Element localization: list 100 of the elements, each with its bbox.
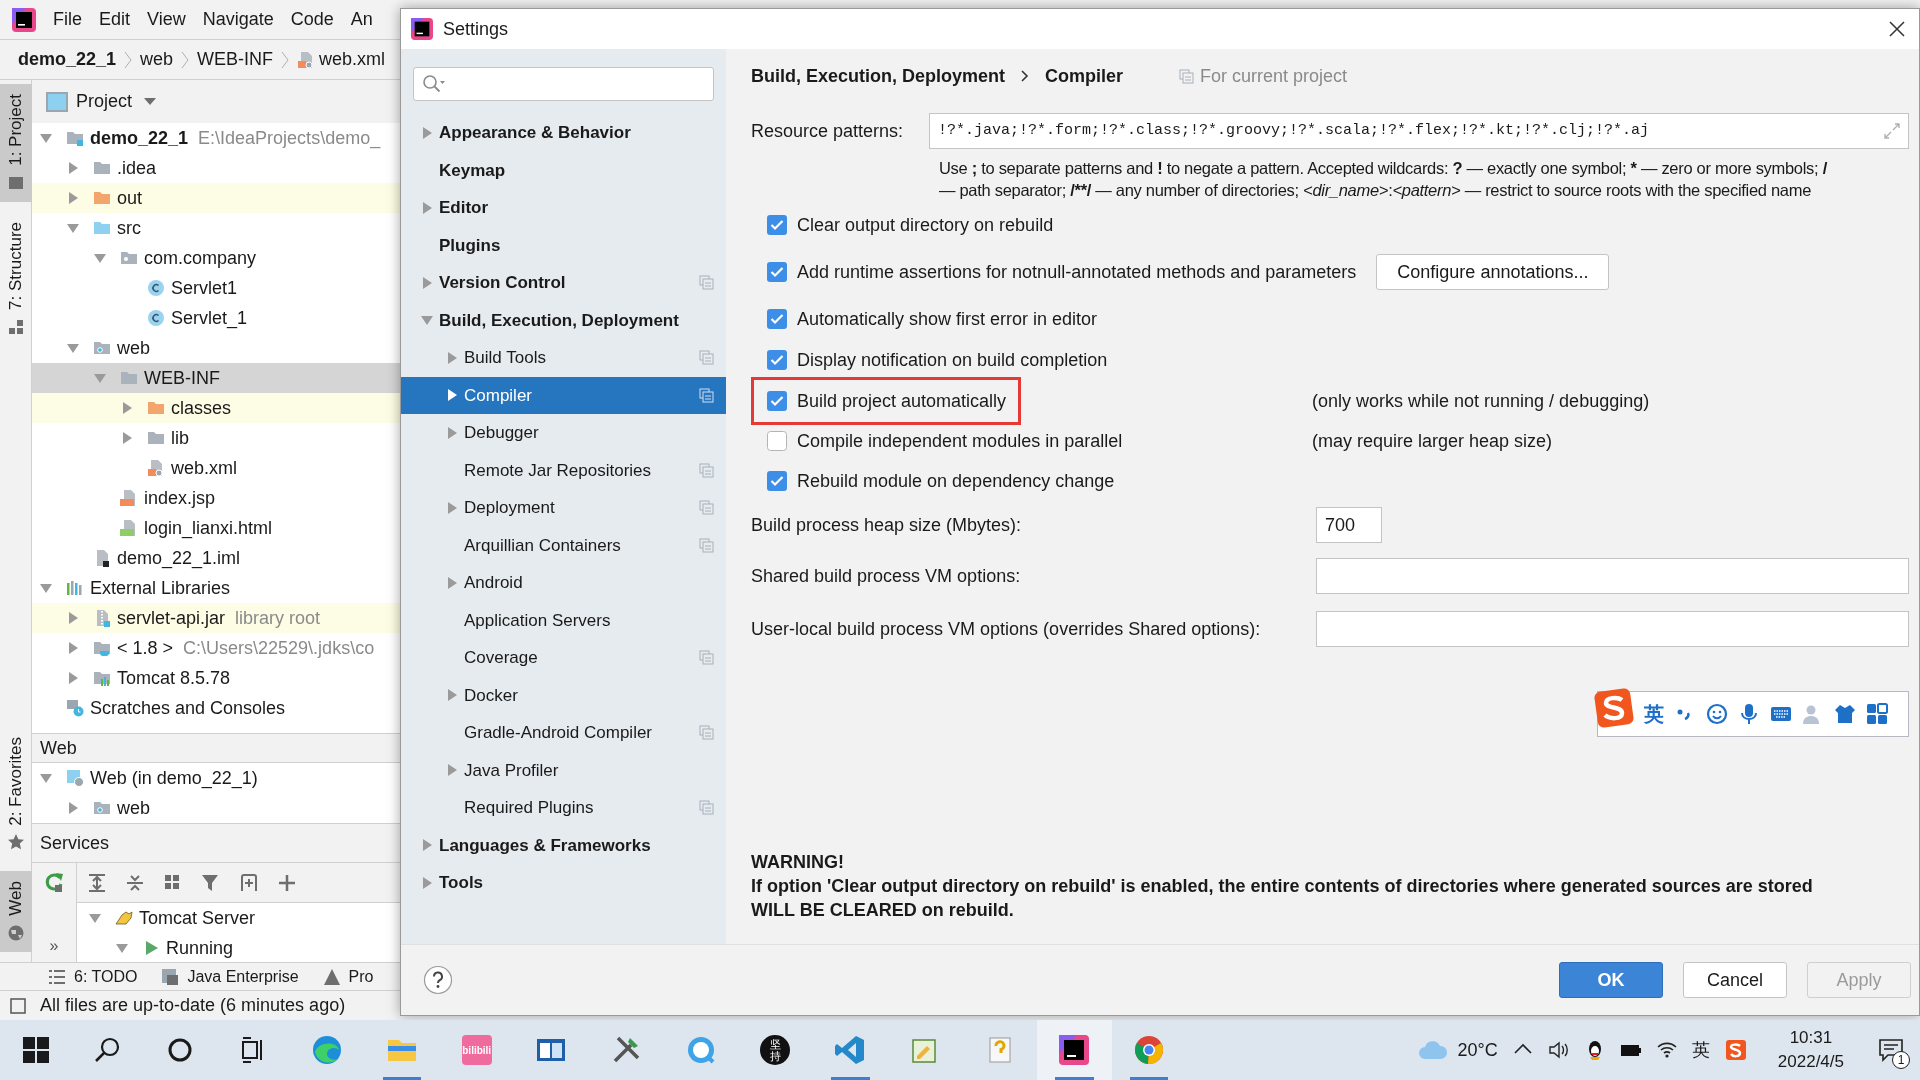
triangle-down-icon[interactable] [40,582,52,594]
tool-tab[interactable]: 6: TODO [48,964,138,989]
microphone-icon[interactable] [1738,703,1760,725]
breadcrumb-item[interactable]: web.xml [297,46,386,73]
triangle-down-icon[interactable] [40,132,52,144]
add-service-icon[interactable] [239,872,259,893]
settings-nav-item[interactable]: Required Plugins [401,789,726,827]
tree-item[interactable]: src [32,213,400,243]
triangle-down-icon[interactable] [116,942,128,954]
menu-item[interactable]: Edit [99,6,131,33]
checkbox[interactable]: Clear output directory on rebuild [767,211,1054,239]
triangle-right-icon[interactable] [446,351,458,364]
input-field[interactable] [1316,558,1909,594]
speaker-icon[interactable] [1547,1039,1570,1061]
patterns-field[interactable]: !?*.java;!?*.form;!?*.class;!?*.groovy;!?*.scala;!?*.flex;!?*.kt;!?*.clj;!?*.aj [929,113,1909,149]
number-field[interactable]: 700 [1316,507,1382,543]
settings-nav-item[interactable]: Android [401,564,726,602]
tree-item[interactable]: demo_22_1 E:\IdeaProjects\demo_ [32,123,400,153]
tool-window-button[interactable]: 2: Favorites [0,726,32,862]
triangle-down-icon[interactable] [67,342,79,354]
settings-nav-item[interactable]: Version Control [401,264,726,302]
settings-nav-item[interactable]: Coverage [401,639,726,677]
tool-window-button[interactable]: Web [0,871,32,952]
settings-nav-item[interactable]: Build Tools [401,339,726,377]
configure-button[interactable]: Configure annotations... [1376,254,1610,290]
tree-item[interactable]: web.xml [32,453,400,483]
tool-window-button[interactable]: 1: Project [0,84,32,202]
triangle-right-icon[interactable] [67,612,79,624]
cancel-button[interactable]: Cancel [1683,962,1787,998]
triangle-right-icon[interactable] [446,764,458,777]
triangle-right-icon[interactable] [67,642,79,654]
input-mode-button[interactable]: 英 [1691,1036,1710,1064]
triangle-down-icon[interactable] [40,772,52,784]
triangle-right-icon[interactable] [67,672,79,684]
help-icon[interactable] [423,965,453,995]
notification-button[interactable]: 1 [1874,1033,1908,1067]
settings-nav-item[interactable]: Appearance & Behavior [401,114,726,152]
tree-item[interactable]: External Libraries [32,573,400,603]
breadcrumb-item[interactable]: Build, Execution, Deployment [751,62,1006,90]
expand-all-icon[interactable] [87,872,107,893]
refresh-icon[interactable] [43,871,65,893]
input-mode-toggle[interactable]: 英 [1644,699,1664,729]
intellij-app-taskbar-button[interactable] [1036,1020,1112,1080]
tree-item[interactable]: login_lianxi.html [32,513,400,543]
tree-item[interactable]: < 1.8 > C:\Users\22529\.jdks\co [32,633,400,663]
badge-app-taskbar-button[interactable]: 坚持 [738,1020,813,1080]
tree-item[interactable]: Servlet1 [32,273,400,303]
weather-button[interactable]: 20°C [1417,1036,1498,1064]
view-dropdown[interactable]: Project [76,88,157,115]
tree-item[interactable]: index.jsp [32,483,400,513]
tree-item[interactable]: .idea [32,153,400,183]
checkbox[interactable]: Build project automatically [767,387,1007,415]
settings-nav-item[interactable]: Editor [401,189,726,227]
panel-toggle-icon[interactable] [10,997,26,1014]
triangle-right-icon[interactable] [421,839,433,852]
tree-item[interactable]: Servlet_1 [32,303,400,333]
menu-item[interactable]: Navigate [202,6,274,33]
checkbox[interactable]: Add runtime assertions for notnull-annotated methods and parameters [767,258,1357,286]
more-button[interactable]: » [49,938,59,954]
settings-nav-item[interactable]: Arquillian Containers [401,526,726,564]
triangle-down-icon[interactable] [421,314,433,327]
settings-nav-item[interactable]: Gradle-Android Compiler [401,714,726,752]
triangle-right-icon[interactable] [67,192,79,204]
collapse-all-icon[interactable] [125,872,145,893]
tree-item[interactable]: web [32,793,400,823]
triangle-right-icon[interactable] [446,501,458,514]
clock[interactable]: 10:31 2022/4/5 [1777,1026,1844,1074]
expand-icon[interactable] [1884,123,1900,139]
triangle-right-icon[interactable] [421,201,433,214]
tree-item[interactable]: lib [32,423,400,453]
input-method-logo-icon[interactable] [1723,1038,1748,1062]
tree-item[interactable]: Tomcat Server [77,903,400,933]
checkbox[interactable]: Compile independent modules in parallel [767,427,1123,455]
triangle-right-icon[interactable] [67,162,79,174]
add-icon[interactable] [277,872,297,893]
menu-item[interactable]: Code [290,6,334,33]
triangle-right-icon[interactable] [446,689,458,702]
tree-item[interactable]: Scratches and Consoles [32,693,400,723]
triangle-right-icon[interactable] [121,432,133,444]
tree-item[interactable]: demo_22_1.iml [32,543,400,573]
breadcrumb-item[interactable]: demo_22_1 [18,46,117,73]
settings-nav-item[interactable]: Java Profiler [401,751,726,789]
search-field[interactable] [413,67,714,101]
tree-item[interactable]: classes [32,393,400,423]
tree-item[interactable]: Tomcat 8.5.78 [32,663,400,693]
triangle-right-icon[interactable] [446,389,458,402]
apps-grid-icon[interactable] [1866,703,1888,725]
ok-button[interactable]: OK [1559,962,1663,998]
triangle-right-icon[interactable] [121,402,133,414]
tree-item[interactable]: web [32,333,400,363]
settings-nav-item[interactable]: Tools [401,864,726,902]
triangle-right-icon[interactable] [421,276,433,289]
shirt-icon[interactable] [1834,703,1856,725]
settings-nav-item[interactable]: Debugger [401,414,726,452]
tree-item[interactable]: WEB-INF [32,363,400,393]
settings-nav-item[interactable]: Docker [401,676,726,714]
triangle-right-icon[interactable] [421,126,433,139]
settings-nav-item[interactable]: Plugins [401,226,726,264]
menu-item[interactable]: An [350,6,373,33]
triangle-down-icon[interactable] [67,222,79,234]
